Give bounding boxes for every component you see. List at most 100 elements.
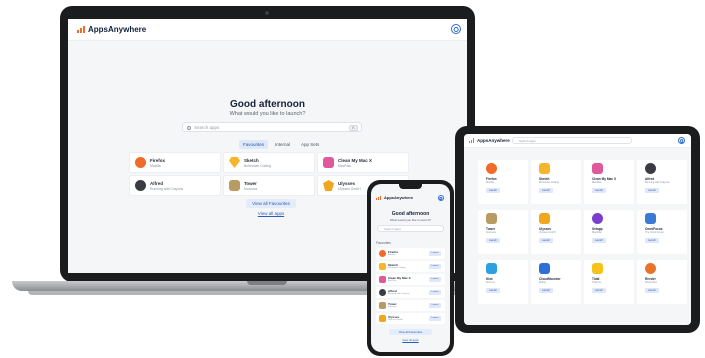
logo-text: AppsAnywhere: [88, 25, 147, 34]
tab-internal[interactable]: Internal: [271, 140, 294, 149]
search-input[interactable]: Search apps K: [182, 122, 362, 132]
app-card-alfred[interactable]: Alfred Running with Crayons: [129, 175, 221, 196]
tablet-app-cloudmounter[interactable]: CloudMounter Eltima Launch: [531, 260, 581, 304]
launch-button[interactable]: Launch: [539, 188, 553, 193]
launch-button[interactable]: Launch: [486, 288, 500, 293]
logo-icon: [376, 195, 381, 200]
launch-button[interactable]: Launch: [539, 288, 553, 293]
app-icon: [592, 213, 603, 224]
app-publisher: Silvio Rizzi: [645, 281, 658, 284]
phone-view-all-apps-link[interactable]: View all apps: [389, 338, 432, 342]
launch-button[interactable]: Launch: [429, 277, 441, 282]
tablet-app-sketch[interactable]: Sketch Bohemian Coding Launch: [531, 160, 581, 204]
app-publisher: fournova: [486, 231, 496, 234]
view-all-favourites-button[interactable]: View all Favourites: [246, 199, 296, 208]
launch-button[interactable]: Launch: [645, 238, 659, 243]
launch-button[interactable]: Launch: [592, 238, 606, 243]
user-account-icon[interactable]: [678, 137, 685, 144]
app-name: Ulysses: [338, 181, 356, 186]
tablet-app-omnifocus[interactable]: OmniFocus The Omni Group Launch: [637, 210, 687, 254]
launch-button[interactable]: Launch: [539, 238, 553, 243]
logo-text: AppsAnywhere: [384, 195, 414, 200]
app-icon: [486, 263, 497, 274]
tablet-app-setapp[interactable]: Setapp MacPaw Launch: [584, 210, 634, 254]
tablet-header: AppsAnywhere Search apps: [464, 134, 691, 148]
launch-button[interactable]: Launch: [486, 188, 500, 193]
app-icon: [645, 213, 656, 224]
app-publisher: Mozilla: [486, 181, 494, 184]
phone-search-input[interactable]: Search apps: [377, 225, 444, 232]
greeting-heading: Good afternoon: [230, 99, 305, 110]
launch-button[interactable]: Launch: [429, 290, 441, 295]
app-card-cleanmymac[interactable]: Clean My Mac X MacPaw: [317, 152, 409, 173]
launch-button[interactable]: Launch: [592, 288, 606, 293]
device-mockup-stage: AppsAnywhere Good afternoon What would y…: [0, 0, 705, 358]
app-publisher: Tidal Inc: [592, 281, 602, 284]
phone-view-all-favourites-button[interactable]: View all Favourites: [389, 329, 432, 335]
app-publisher: Mozilla: [388, 254, 395, 256]
launch-button[interactable]: Launch: [592, 188, 606, 193]
app-icon: [379, 315, 386, 322]
user-account-icon[interactable]: [451, 24, 461, 34]
launch-button[interactable]: Launch: [645, 288, 659, 293]
tablet-app-tower[interactable]: Tower fournova Launch: [478, 210, 528, 254]
app-publisher: Running with Crayons: [388, 293, 410, 295]
launch-button[interactable]: Launch: [486, 238, 500, 243]
tablet-app-alfred[interactable]: Alfred Running with Crayons Launch: [637, 160, 687, 204]
app-name: Clean My Mac X: [338, 158, 373, 163]
search-placeholder: Search apps: [194, 125, 220, 130]
app-publisher: The Omni Group: [645, 231, 664, 234]
appsanywhere-logo[interactable]: AppsAnywhere: [469, 138, 510, 143]
appsanywhere-logo[interactable]: AppsAnywhere: [376, 195, 413, 200]
app-publisher: Bohemian Coding: [244, 164, 271, 168]
app-publisher: MacPaw: [338, 164, 352, 168]
phone-app-sketch[interactable]: Sketch Bohemian Coding Launch: [376, 261, 445, 272]
phone-app-tower[interactable]: Tower fournova Launch: [376, 300, 445, 311]
launch-button[interactable]: Launch: [429, 264, 441, 269]
app-card-sketch[interactable]: Sketch Bohemian Coding: [223, 152, 315, 173]
app-publisher: Running with Crayons: [150, 187, 184, 191]
app-icon: [379, 263, 386, 270]
app-name: Firefox: [150, 158, 166, 163]
tablet-app-tidal[interactable]: Tidal Tidal Inc Launch: [584, 260, 634, 304]
tablet-app-kiwi[interactable]: Kiwi Kiwi Ltd Launch: [478, 260, 528, 304]
tab-favourites[interactable]: Favourites: [239, 140, 269, 149]
app-icon: [539, 163, 550, 174]
tablet-app-cleanmymac[interactable]: Clean My Mac X MacPaw Launch: [584, 160, 634, 204]
phone-app-firefox[interactable]: Firefox Mozilla Launch: [376, 248, 445, 259]
app-icon: [592, 163, 603, 174]
phone-subtitle: What would you like to launch?: [389, 218, 432, 222]
tower-icon: [229, 180, 240, 191]
app-card-tower[interactable]: Tower fournova: [223, 175, 315, 196]
launch-button[interactable]: Launch: [429, 316, 441, 321]
app-name: Sketch: [244, 158, 259, 163]
user-account-icon[interactable]: [438, 195, 444, 201]
logo-text: AppsAnywhere: [477, 138, 510, 143]
app-publisher: Ulysses GmbH: [539, 231, 556, 234]
search-shortcut-key: K: [349, 124, 358, 131]
phone-app-ulysses[interactable]: Ulysses Ulysses GmbH Launch: [376, 313, 445, 324]
launch-button[interactable]: Launch: [645, 188, 659, 193]
app-publisher: Ulysses GmbH: [388, 319, 403, 321]
launch-button[interactable]: Launch: [429, 251, 441, 256]
search-icon: [187, 125, 191, 130]
phone-app-alfred[interactable]: Alfred Running with Crayons Launch: [376, 287, 445, 298]
tablet-app-ulysses[interactable]: Ulysses Ulysses GmbH Launch: [531, 210, 581, 254]
tablet-app-reeder[interactable]: Reeder Silvio Rizzi Launch: [637, 260, 687, 304]
appsanywhere-logo[interactable]: AppsAnywhere: [77, 25, 146, 34]
view-all-apps-link[interactable]: View all apps: [246, 211, 296, 216]
app-card-firefox[interactable]: Firefox Mozilla: [129, 152, 221, 173]
alfred-icon: [135, 180, 146, 191]
app-publisher: Mozilla: [150, 164, 161, 168]
launch-button[interactable]: Launch: [429, 303, 441, 308]
tablet-app-firefox[interactable]: Firefox Mozilla Launch: [478, 160, 528, 204]
phone-app-cleanmymac[interactable]: Clean My Mac X MacPaw Launch: [376, 274, 445, 285]
app-publisher: Eltima: [539, 281, 546, 284]
app-icon: [379, 302, 386, 309]
app-icon: [486, 213, 497, 224]
launcher-tabs: Favourites Internal App Sets: [239, 140, 323, 149]
phone-screen: AppsAnywhere Good afternoon What would y…: [371, 184, 450, 352]
tablet-search-input[interactable]: Search apps: [512, 137, 632, 144]
phone-notch: [399, 184, 422, 189]
tab-app-sets[interactable]: App Sets: [297, 140, 323, 149]
